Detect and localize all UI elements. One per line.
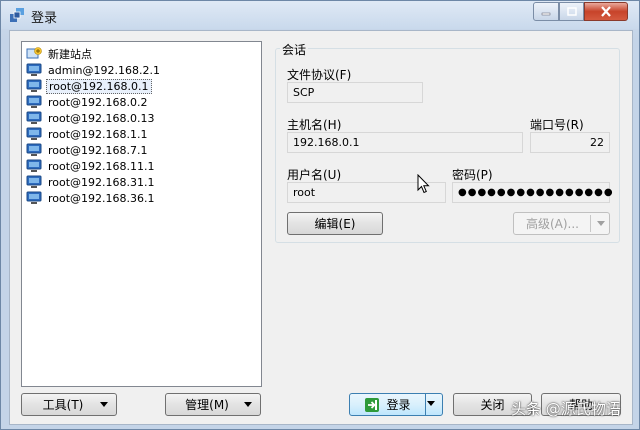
site-item[interactable]: admin@192.168.2.1 [26, 62, 162, 78]
chevron-down-icon [100, 402, 108, 407]
session-group-title: 会话 [280, 41, 309, 58]
host-label: 主机名(H) [287, 118, 342, 132]
computer-icon [26, 63, 46, 77]
chevron-down-icon[interactable] [427, 401, 435, 406]
site-item[interactable]: root@192.168.0.2 [26, 94, 150, 110]
manage-button-label: 管理(M) [185, 398, 229, 412]
new-site-icon [26, 47, 46, 61]
login-window: 登录 新建站点 admin@192.168.2.1 root@192.168.0.1… [0, 0, 640, 430]
protocol-select[interactable]: SCP [287, 82, 423, 103]
host-value: 192.168.0.1 [293, 136, 360, 149]
chevron-down-icon [597, 221, 605, 226]
computer-icon [26, 191, 46, 205]
protocol-label: 文件协议(F) [287, 68, 352, 82]
site-item[interactable]: root@192.168.11.1 [26, 158, 157, 174]
port-input[interactable]: 22 [530, 132, 610, 153]
site-item-label: root@192.168.31.1 [48, 175, 155, 189]
username-value: root [293, 186, 316, 199]
dialog-body: 新建站点 admin@192.168.2.1 root@192.168.0.1 roo… [9, 30, 633, 425]
login-button[interactable]: 登录 [349, 393, 443, 416]
minimize-button[interactable] [533, 2, 559, 21]
winscp-app-icon [10, 8, 24, 22]
site-item[interactable]: 新建站点 [26, 46, 94, 62]
computer-icon [26, 143, 46, 157]
site-item-label: root@192.168.0.1 [46, 78, 152, 94]
site-item[interactable]: root@192.168.36.1 [26, 190, 157, 206]
site-item-label: root@192.168.36.1 [48, 191, 155, 205]
login-button-label: 登录 [386, 398, 411, 412]
site-item-label: root@192.168.11.1 [48, 159, 155, 173]
tools-button-label: 工具(T) [42, 398, 84, 412]
username-label: 用户名(U) [287, 168, 342, 182]
password-input[interactable]: ●●●●●●●●●●●●●●●● [452, 182, 613, 203]
login-icon [365, 397, 380, 412]
computer-icon [26, 175, 46, 189]
site-tree[interactable]: 新建站点 admin@192.168.2.1 root@192.168.0.1 roo… [21, 41, 262, 387]
site-item-label: root@192.168.7.1 [48, 143, 148, 157]
close-window-button[interactable] [584, 2, 628, 21]
title-bar[interactable]: 登录 [1, 1, 639, 29]
password-label: 密码(P) [452, 168, 493, 182]
tools-button[interactable]: 工具(T) [21, 393, 117, 416]
computer-icon [26, 95, 46, 109]
close-icon [601, 6, 611, 17]
login-main[interactable]: 登录 [350, 394, 426, 415]
site-item-label: root@192.168.0.2 [48, 95, 148, 109]
port-label: 端口号(R) [530, 118, 584, 132]
manage-button[interactable]: 管理(M) [165, 393, 261, 416]
edit-button[interactable]: 编辑(E) [287, 212, 383, 235]
site-item[interactable]: root@192.168.1.1 [26, 126, 150, 142]
mouse-cursor-icon [417, 174, 430, 194]
computer-icon [26, 127, 46, 141]
port-value: 22 [590, 136, 604, 149]
site-item[interactable]: root@192.168.7.1 [26, 142, 150, 158]
site-item-label: root@192.168.0.13 [48, 111, 155, 125]
maximize-icon [566, 7, 577, 16]
protocol-value: SCP [293, 86, 315, 99]
watermark: 头条 @源氏物语 [511, 400, 621, 418]
site-item[interactable]: root@192.168.0.13 [26, 110, 157, 126]
password-value: ●●●●●●●●●●●●●●●● [458, 187, 614, 198]
computer-icon [26, 159, 46, 173]
window-title: 登录 [31, 11, 58, 26]
site-item-label: 新建站点 [48, 48, 92, 61]
host-input[interactable]: 192.168.0.1 [287, 132, 523, 153]
site-item[interactable]: root@192.168.31.1 [26, 174, 157, 190]
site-item-label: admin@192.168.2.1 [48, 63, 160, 77]
advanced-button-label: 高级(A)... [525, 217, 580, 231]
computer-icon [26, 79, 46, 93]
edit-button-label: 编辑(E) [314, 217, 356, 231]
close-button-label: 关闭 [480, 398, 505, 412]
site-item[interactable]: root@192.168.0.1 [26, 78, 152, 94]
computer-icon [26, 111, 46, 125]
advanced-dropdown-divider [590, 215, 591, 232]
site-item-label: root@192.168.1.1 [48, 127, 148, 141]
maximize-button[interactable] [559, 2, 584, 21]
chevron-down-icon [244, 402, 252, 407]
advanced-button[interactable]: 高级(A)... [513, 212, 610, 235]
minimize-icon [541, 12, 551, 15]
